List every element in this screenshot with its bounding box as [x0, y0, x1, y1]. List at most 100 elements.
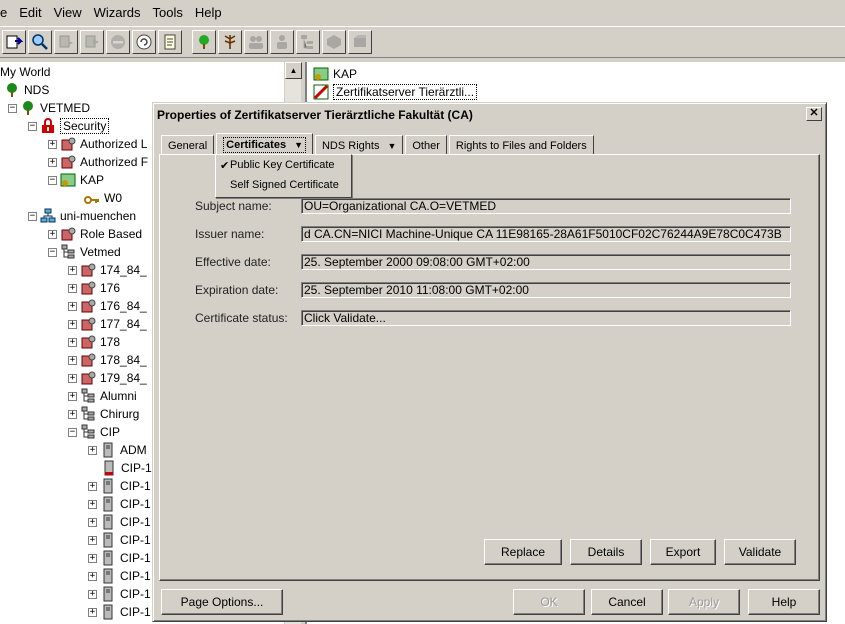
tree-item-my-world[interactable]: My World [0, 63, 50, 81]
expand-icon[interactable]: + [48, 139, 57, 149]
tree-item-computer[interactable]: + CIP-1 [88, 513, 151, 531]
expand-icon[interactable]: + [48, 157, 57, 167]
expiration-date-field[interactable]: 25. September 2010 11:08:00 GMT+02:00 [301, 282, 791, 298]
search-button[interactable] [28, 30, 52, 54]
tree-item-computer[interactable]: + CIP-1 [88, 495, 151, 513]
apply-button[interactable]: Apply [668, 589, 740, 615]
object-button[interactable] [322, 30, 346, 54]
subject-name-field[interactable]: OU=Organizational CA.O=VETMED [301, 198, 791, 214]
issuer-name-field[interactable]: d CA.CN=NICI Machine-Unique CA 11E98165-… [301, 226, 791, 242]
menu-edit[interactable]: Edit [13, 5, 47, 20]
expand-icon[interactable]: + [68, 409, 77, 419]
menu-help[interactable]: Help [189, 5, 228, 20]
expand-icon[interactable]: + [68, 337, 77, 347]
collapse-icon[interactable]: − [68, 427, 77, 437]
expand-icon[interactable]: + [68, 283, 77, 293]
tree-item-authorized-l[interactable]: + Authorized L [48, 135, 147, 153]
expand-icon[interactable]: + [88, 571, 97, 581]
help-button[interactable]: Help [748, 589, 820, 615]
tree-item-computer[interactable]: + CIP-1 [88, 549, 151, 567]
tree-item-vetmed-ou[interactable]: − Vetmed [48, 243, 121, 261]
tree-item-subnet[interactable]: +179_84_ [68, 369, 147, 387]
tree-item-computer[interactable]: + CIP-1 [88, 567, 151, 585]
tree-item-alumni[interactable]: + Alumni [68, 387, 137, 405]
page-options-button[interactable]: Page Options... [161, 589, 283, 615]
submenu-public-key-certificate[interactable]: ✔ Public Key Certificate [216, 155, 351, 175]
list-item-zertifikatserver[interactable]: Zertifikatserver Tierärztli... [313, 83, 478, 101]
tree-item-subnet[interactable]: +176_84_ [68, 297, 147, 315]
menu-file[interactable]: e [0, 5, 13, 20]
tree-item-uni-muenchen[interactable]: − uni-muenchen [28, 207, 136, 225]
cancel-button[interactable]: Cancel [591, 589, 663, 615]
tree-item-role-based[interactable]: + Role Based [48, 225, 142, 243]
tab-nds-rights[interactable]: NDS Rights ▼ [314, 135, 404, 155]
tree-item-subnet[interactable]: +176 [68, 279, 120, 297]
expand-icon[interactable]: + [88, 499, 97, 509]
user-button[interactable] [270, 30, 294, 54]
replace-button[interactable]: Replace [484, 539, 562, 565]
tab-certificates[interactable]: Certificates ▼ [216, 133, 313, 155]
list-item-kap[interactable]: KAP [313, 65, 357, 83]
expand-icon[interactable]: + [88, 553, 97, 563]
tree-item-kap[interactable]: − KAP [48, 171, 104, 189]
collapse-icon[interactable]: − [48, 175, 57, 185]
rename-button[interactable] [132, 30, 156, 54]
tree-button[interactable] [192, 30, 216, 54]
tree-item-computer[interactable]: CIP-1 [101, 459, 152, 477]
menu-wizards[interactable]: Wizards [88, 5, 147, 20]
copy-button[interactable] [54, 30, 78, 54]
menu-view[interactable]: View [48, 5, 88, 20]
tab-other[interactable]: Other [405, 135, 447, 155]
expand-icon[interactable]: + [68, 319, 77, 329]
tab-general[interactable]: General [161, 135, 215, 155]
tree-edit-button[interactable] [218, 30, 242, 54]
collapse-icon[interactable]: − [28, 211, 37, 221]
expand-icon[interactable]: + [68, 301, 77, 311]
collapse-icon[interactable]: − [8, 103, 17, 113]
tree-item-security[interactable]: − Security [28, 117, 110, 135]
expand-icon[interactable]: + [48, 229, 57, 239]
tree-item-nds[interactable]: NDS [4, 81, 49, 99]
details-button[interactable] [158, 30, 182, 54]
tree-item-subnet[interactable]: +178 [68, 333, 120, 351]
tree-item-subnet[interactable]: +177_84_ [68, 315, 147, 333]
tree-item-computer[interactable]: + ADM [88, 441, 147, 459]
users-button[interactable] [244, 30, 268, 54]
delete-button[interactable] [106, 30, 130, 54]
expand-icon[interactable]: + [88, 445, 97, 455]
tree-item-computer[interactable]: + CIP-1 [88, 585, 151, 603]
organize-button[interactable] [296, 30, 320, 54]
submenu-self-signed-certificate[interactable]: Self Signed Certificate [216, 175, 351, 195]
tree-item-authorized-f[interactable]: + Authorized F [48, 153, 148, 171]
partition-button[interactable] [348, 30, 372, 54]
effective-date-field[interactable]: 25. September 2000 09:08:00 GMT+02:00 [301, 254, 791, 270]
tree-item-computer[interactable]: + CIP-1 [88, 531, 151, 549]
move-button[interactable] [80, 30, 104, 54]
tab-rights-to-files[interactable]: Rights to Files and Folders [448, 135, 594, 155]
expand-icon[interactable]: + [68, 265, 77, 275]
expand-icon[interactable]: + [68, 391, 77, 401]
tree-item-vetmed[interactable]: − VETMED [8, 99, 90, 117]
tree-item-subnet[interactable]: +178_84_ [68, 351, 147, 369]
expand-icon[interactable]: + [88, 589, 97, 599]
tree-item-cip[interactable]: − CIP [68, 423, 120, 441]
collapse-icon[interactable]: − [48, 247, 57, 257]
expand-icon[interactable]: + [88, 481, 97, 491]
dialog-titlebar[interactable]: Properties of Zertifikatserver Tierärztl… [155, 105, 824, 125]
close-icon[interactable]: ✕ [806, 107, 822, 121]
expand-icon[interactable]: + [88, 607, 97, 617]
collapse-icon[interactable]: − [28, 121, 37, 131]
certificate-status-field[interactable]: Click Validate... [301, 310, 791, 326]
expand-icon[interactable]: + [68, 373, 77, 383]
tree-item-subnet[interactable]: +174_84_ [68, 261, 147, 279]
validate-button[interactable]: Validate [724, 539, 796, 565]
menu-tools[interactable]: Tools [147, 5, 189, 20]
tree-item-computer[interactable]: + CIP-1 [88, 603, 151, 621]
tree-select-button[interactable] [2, 30, 26, 54]
tree-item-computer[interactable]: + CIP-1 [88, 477, 151, 495]
tree-item-w0[interactable]: W0 [84, 189, 122, 207]
expand-icon[interactable]: + [88, 535, 97, 545]
expand-icon[interactable]: + [88, 517, 97, 527]
details-button[interactable]: Details [570, 539, 642, 565]
export-button[interactable]: Export [650, 539, 716, 565]
